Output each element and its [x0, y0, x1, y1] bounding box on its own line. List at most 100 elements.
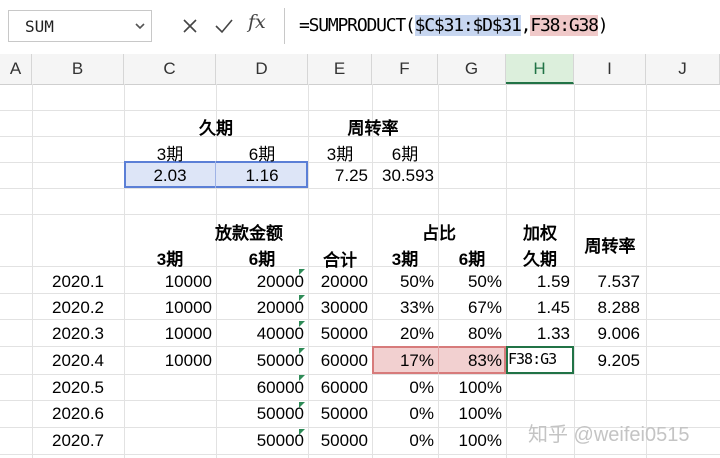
row-ratio-3qi: 0% [409, 378, 434, 397]
active-cell-editing-text[interactable]: F38:G3 [508, 350, 572, 368]
value-d31: 1.16 [245, 166, 279, 185]
row-amount-6qi: 50000 [256, 404, 304, 423]
row-amount-6qi: 50000 [256, 351, 304, 370]
grid-line [0, 214, 720, 215]
formula-text: =SUMPRODUCT($C$31:$D$31,F38:G38) [299, 15, 609, 36]
row-period: 2020.5 [52, 378, 104, 397]
cell-marker-triangle [299, 348, 305, 354]
column-header-j[interactable]: J [646, 54, 720, 84]
row-ratio-3qi: 20% [399, 324, 434, 343]
row-ratio-6qi: 83% [467, 351, 502, 370]
grid-line [0, 400, 720, 401]
column-header-b[interactable]: B [32, 54, 124, 84]
cell-marker-triangle [299, 295, 305, 301]
row-amount-3qi: 10000 [164, 351, 212, 370]
value-c31: 2.03 [153, 166, 187, 185]
formula-ref-1: $C$31:$D$31 [414, 15, 522, 36]
grid-line [574, 84, 575, 458]
row-period: 2020.3 [52, 324, 104, 343]
cell-marker-triangle [299, 429, 305, 435]
subheader-d: 6期 [248, 145, 276, 164]
cell-marker-triangle [299, 269, 305, 275]
name-box[interactable]: SUM [8, 10, 152, 42]
formula-ref-2: F38:G38 [530, 15, 599, 36]
row-ratio-6qi: 100% [458, 404, 502, 423]
cancel-formula-button[interactable] [178, 14, 202, 38]
grid-line [0, 454, 720, 455]
insert-function-button[interactable]: fx [248, 11, 266, 33]
row-ratio-3qi: 50% [399, 272, 434, 291]
row-period: 2020.2 [52, 298, 104, 317]
header-zhanbi: 占比 [422, 224, 456, 243]
row-ratio-6qi: 100% [458, 431, 502, 450]
row-amount-3qi: 10000 [164, 324, 212, 343]
subheader-ratio-6qi: 6期 [458, 250, 486, 269]
row-ratio-6qi: 100% [458, 378, 502, 397]
header-jiaquan: 加权 [523, 224, 557, 243]
row-total: 60000 [320, 378, 368, 397]
header-zhouzhuanlv: 周转率 [347, 119, 399, 138]
chevron-down-icon[interactable] [133, 19, 147, 33]
row-ratio-6qi: 80% [467, 324, 502, 343]
header-zhouzhuanlv-2: 周转率 [584, 237, 636, 256]
row-total: 50000 [320, 431, 368, 450]
column-header-c[interactable]: C [124, 54, 216, 84]
subheader-heji: 合计 [323, 251, 357, 270]
check-icon [215, 19, 233, 34]
row-amount-6qi: 40000 [256, 324, 304, 343]
row-period: 2020.6 [52, 404, 104, 423]
row-amount-3qi: 10000 [164, 298, 212, 317]
row-total: 50000 [320, 324, 368, 343]
row-total: 50000 [320, 404, 368, 423]
column-header-a[interactable]: A [0, 54, 32, 84]
formula-input[interactable]: =SUMPRODUCT($C$31:$D$31,F38:G38) [284, 8, 720, 44]
row-amount-6qi: 50000 [256, 431, 304, 450]
grid-line [646, 84, 647, 458]
column-header-d[interactable]: D [216, 54, 308, 84]
formula-prefix: =SUMPRODUCT( [299, 15, 416, 36]
subheader-e: 3期 [326, 145, 354, 164]
row-ratio-3qi: 0% [409, 404, 434, 423]
column-header-i[interactable]: I [574, 54, 646, 84]
row-total: 20000 [320, 272, 368, 291]
confirm-formula-button[interactable] [212, 14, 236, 38]
column-header-g[interactable]: G [438, 54, 506, 84]
header-jiuqi: 久期 [199, 119, 233, 138]
row-total: 30000 [320, 298, 368, 317]
grid-line [506, 84, 507, 458]
row-amount-6qi: 20000 [256, 272, 304, 291]
subheader-c: 3期 [156, 145, 184, 164]
row-ratio-3qi: 33% [399, 298, 434, 317]
column-header-e[interactable]: E [308, 54, 372, 84]
grid-line [32, 84, 33, 458]
formula-suffix: ) [597, 15, 609, 36]
row-turnover: 7.537 [597, 272, 640, 291]
row-weighted-duration: 1.45 [536, 298, 570, 317]
grid-line [0, 293, 720, 294]
cell-marker-triangle [299, 375, 305, 381]
subheader-6qi: 6期 [248, 250, 276, 269]
header-fangkuan-jine: 放款金额 [215, 224, 283, 243]
row-total: 60000 [320, 351, 368, 370]
grid-line [0, 188, 720, 189]
cell-marker-triangle [299, 321, 305, 327]
row-ratio-6qi: 67% [467, 298, 502, 317]
row-ratio-3qi: 0% [409, 431, 434, 450]
column-header-h[interactable]: H [506, 54, 574, 84]
subheader-3qi: 3期 [156, 250, 184, 269]
spreadsheet-grid[interactable]: 久期 周转率 3期 6期 3期 6期 2.03 1.16 7.25 30.593… [0, 84, 720, 458]
row-ratio-6qi: 50% [467, 272, 502, 291]
formula-sep: , [520, 15, 532, 36]
cell-marker-triangle [299, 402, 305, 408]
row-period: 2020.4 [52, 351, 104, 370]
row-amount-6qi: 20000 [256, 298, 304, 317]
grid-line [0, 374, 720, 375]
column-header-f[interactable]: F [372, 54, 438, 84]
grid-line [438, 84, 439, 458]
row-ratio-3qi: 17% [399, 351, 434, 370]
row-weighted-duration: 1.33 [536, 324, 570, 343]
row-amount-3qi: 10000 [164, 272, 212, 291]
row-weighted-duration: 1.59 [536, 272, 570, 291]
value-e31: 7.25 [334, 166, 368, 185]
row-period: 2020.1 [52, 272, 104, 291]
